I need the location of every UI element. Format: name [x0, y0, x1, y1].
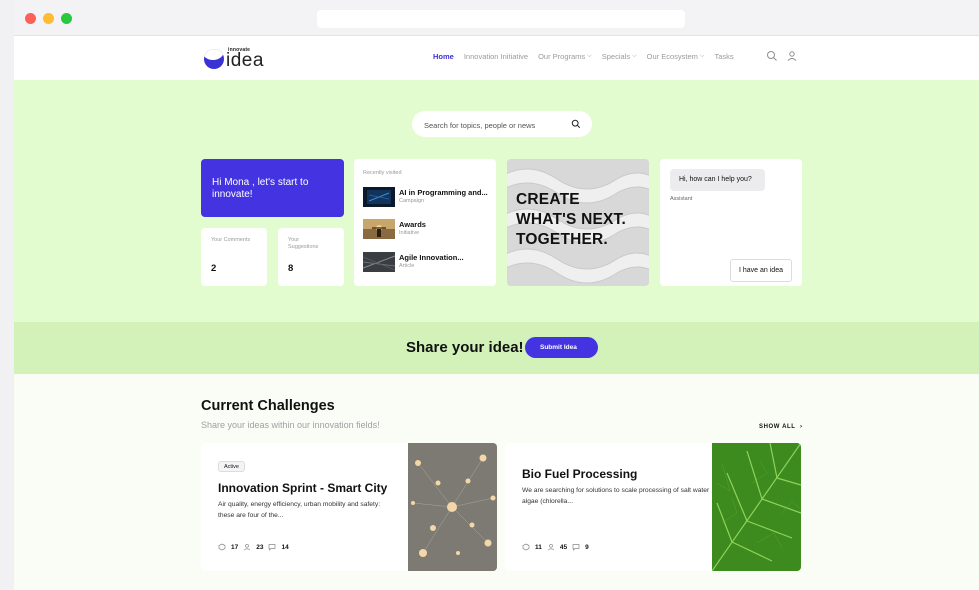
promo-line: WHAT'S NEXT. — [516, 211, 626, 228]
search-placeholder: Search for topics, people or news — [424, 121, 536, 130]
nav-item-innovation-initiative[interactable]: Innovation Initiative — [464, 52, 528, 61]
submit-idea-button[interactable]: Submit Idea — [525, 337, 598, 358]
challenge-title: Bio Fuel Processing — [522, 467, 638, 481]
participants-count: 45 — [559, 543, 568, 551]
nav-label: Our Ecosystem — [646, 52, 698, 61]
minimize-window-button[interactable] — [43, 13, 54, 24]
recently-visited-title: Recently visited — [363, 170, 402, 176]
comments-count: 14 — [281, 543, 289, 551]
challenges-section: Current Challenges Share your ideas with… — [14, 374, 979, 590]
assistant-card: Hi, how can I help you? Assistant I have… — [660, 159, 802, 286]
assistant-label: Assistant — [670, 196, 693, 202]
greeting-card: Hi Mona , let's start to innovate! — [201, 159, 344, 217]
recent-item[interactable]: Agile Innovation... Article — [363, 250, 493, 272]
ideas-count: 17 — [231, 543, 239, 551]
recent-item-name: Awards — [399, 220, 426, 229]
share-idea-heading: Share your idea! — [406, 339, 524, 356]
brand-logo[interactable]: innovate idea — [204, 46, 284, 72]
recent-item-type: Article — [399, 263, 415, 269]
recent-item-name: AI in Programming and... — [399, 188, 488, 197]
challenge-card[interactable]: Active Innovation Sprint - Smart City Ai… — [201, 443, 497, 571]
comments-stat-card[interactable]: Your Comments 2 — [201, 228, 267, 286]
recent-item-thumbnail — [363, 219, 395, 239]
browser-titlebar — [14, 0, 979, 36]
user-icon[interactable] — [786, 50, 798, 62]
ideas-icon — [218, 543, 226, 551]
recently-visited-card: Recently visited AI in Programming and..… — [354, 159, 496, 286]
nav-item-tasks[interactable]: Tasks — [714, 52, 733, 61]
comments-icon — [572, 544, 580, 551]
chevron-down-icon: ⌵ — [699, 53, 705, 59]
recent-item[interactable]: AI in Programming and... Campaign — [363, 185, 493, 207]
promo-banner[interactable]: CREATE WHAT'S NEXT. TOGETHER. — [507, 159, 649, 286]
search-icon[interactable] — [766, 50, 778, 62]
nav-label: Specials — [601, 52, 631, 61]
recent-item-name: Agile Innovation... — [399, 253, 464, 262]
suggestions-count: 8 — [288, 263, 294, 274]
nav-label: Our Programs — [538, 52, 586, 61]
maximize-window-button[interactable] — [61, 13, 72, 24]
comments-count: 9 — [585, 543, 589, 551]
show-all-label: SHOW ALL — [759, 424, 796, 430]
challenge-description: We are searching for solutions to scale … — [522, 487, 710, 505]
chevron-right-icon: › — [797, 424, 803, 430]
promo-line: CREATE — [516, 191, 580, 208]
top-navigation: innovate idea Home Innovation Initiative… — [14, 36, 979, 80]
promo-text: CREATE WHAT'S NEXT. TOGETHER. — [516, 190, 626, 250]
comments-label: Your Comments — [211, 237, 251, 243]
challenge-title: Innovation Sprint - Smart City — [218, 481, 388, 495]
recent-item[interactable]: Awards Initiative — [363, 217, 493, 239]
ideas-count: 11 — [535, 543, 542, 551]
comments-icon — [269, 544, 276, 551]
challenges-subtitle: Share your ideas within our innovation f… — [201, 420, 380, 430]
main-menu: Home Innovation Initiative Our Programs ⌵… — [433, 52, 734, 61]
nav-label: Tasks — [714, 52, 734, 61]
assistant-message: Hi, how can I help you? — [670, 169, 765, 191]
comments-count: 2 — [211, 263, 217, 274]
hero-section: Search for topics, people or news Hi Mon… — [14, 80, 979, 322]
promo-line: TOGETHER. — [516, 231, 608, 248]
nav-item-our-ecosystem[interactable]: Our Ecosystem ⌵ — [647, 52, 705, 61]
i-have-an-idea-button[interactable]: I have an idea — [730, 259, 792, 282]
nav-item-specials[interactable]: Specials ⌵ — [602, 52, 637, 61]
share-idea-banner: Share your idea! Submit Idea — [14, 322, 979, 374]
address-bar[interactable] — [317, 10, 685, 28]
greeting-text: Hi Mona , let's start to innovate! — [212, 177, 309, 200]
challenge-image — [408, 443, 497, 571]
nav-label: Innovation Initiative — [463, 52, 529, 61]
status-badge: Active — [218, 461, 245, 472]
show-all-link[interactable]: SHOW ALL › — [759, 424, 803, 430]
recent-item-thumbnail — [363, 252, 395, 272]
challenges-title: Current Challenges — [201, 398, 335, 414]
challenge-card[interactable]: Bio Fuel Processing We are searching for… — [505, 443, 801, 571]
recent-item-thumbnail — [363, 187, 395, 207]
recent-item-type: Campaign — [399, 198, 425, 204]
logo-wordmark: idea — [226, 50, 264, 71]
challenge-description: Air quality, energy efficiency, urban mo… — [218, 501, 381, 519]
participants-icon — [547, 543, 554, 551]
chevron-down-icon: ⌵ — [632, 53, 637, 59]
suggestions-stat-card[interactable]: Your Suggestions 8 — [278, 228, 344, 286]
participants-count: 23 — [256, 543, 264, 551]
browser-window: innovate idea Home Innovation Initiative… — [14, 0, 979, 590]
close-window-button[interactable] — [25, 13, 36, 24]
chevron-down-icon: ⌵ — [587, 53, 592, 59]
nav-item-our-programs[interactable]: Our Programs ⌵ — [538, 52, 592, 61]
participants-icon — [244, 543, 251, 551]
search-icon[interactable] — [571, 119, 581, 129]
recent-item-type: Initiative — [399, 230, 420, 236]
challenge-stats: 17 23 14 — [218, 543, 289, 551]
suggestions-label: Your Suggestions — [288, 237, 319, 250]
search-input[interactable]: Search for topics, people or news — [412, 111, 592, 137]
logo-mark-icon — [204, 49, 224, 69]
challenge-stats: 11 45 9 — [522, 543, 589, 551]
ideas-icon — [522, 543, 530, 551]
nav-item-home[interactable]: Home — [433, 52, 454, 61]
challenge-image — [712, 443, 801, 571]
nav-label: Home — [433, 52, 454, 61]
